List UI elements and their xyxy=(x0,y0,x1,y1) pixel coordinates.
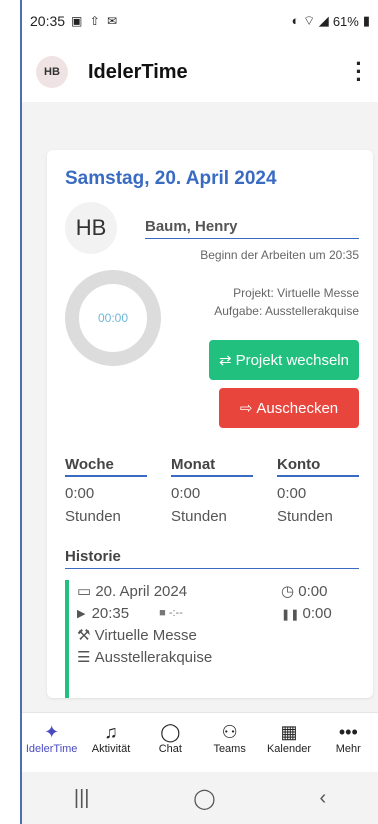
stat-unit: Stunden xyxy=(65,508,121,525)
nav-label: Aktivität xyxy=(91,743,131,755)
logo-icon: ✦ xyxy=(44,722,60,742)
nav-label: Teams xyxy=(213,743,246,755)
project-label: Projekt: Virtuelle Messe xyxy=(233,286,359,300)
history-end: -:-- xyxy=(168,607,183,619)
history-item[interactable]: ▭ 20. April 2024 ◷ 0:00 ▶ 20:35 ■ -:-- ❚… xyxy=(65,580,359,698)
nav-idelertime[interactable]: ✦ IdelerTime xyxy=(22,713,81,772)
battery-percent: 61% xyxy=(332,13,359,29)
calendar-icon: ▭ xyxy=(77,583,96,600)
back-icon[interactable]: ‹ xyxy=(319,787,326,810)
nav-label: Mehr xyxy=(335,743,361,755)
time-card: Samstag, 20. April 2024 HB Baum, Henry B… xyxy=(47,150,373,698)
hammer-icon: ⚒ xyxy=(77,627,95,644)
overflow-menu-icon[interactable]: · · · xyxy=(354,53,364,91)
history-title: Historie xyxy=(65,548,359,569)
battery-icon: ▮ xyxy=(362,13,370,28)
task-label: Aufgabe: Ausstellerakquise xyxy=(214,304,359,318)
logout-icon: ⇨ xyxy=(239,400,253,417)
history-end-cell: ■ -:-- xyxy=(159,607,183,619)
history-duration: 0:00 xyxy=(298,583,328,600)
app-title: IdelerTime xyxy=(88,60,188,83)
stat-value: 0:00 xyxy=(277,485,307,502)
status-time: 20:35 xyxy=(30,13,66,29)
play-icon: ▶ xyxy=(77,607,92,620)
start-text: Beginn der Arbeiten um 20:35 xyxy=(200,248,359,262)
history-start: 20:35 xyxy=(91,604,130,622)
checkout-label: Auschecken xyxy=(256,399,339,417)
calendar-icon: ▦ xyxy=(280,722,298,742)
nav-chat[interactable]: ◯ Chat xyxy=(141,713,200,772)
app-bar: HB IdelerTime · · · xyxy=(22,42,378,102)
pause-icon: ❚❚ xyxy=(281,608,303,621)
checkout-button[interactable]: ⇨ Auschecken xyxy=(219,388,359,428)
history-row-project: ⚒ Virtuelle Messe xyxy=(77,624,359,646)
app-frame: 20:35 ▣ ⇧ ✉ ◐ ⌔ ◢ 61% ▮ HB IdelerTime · ·… xyxy=(20,0,378,824)
history-project: Virtuelle Messe xyxy=(94,626,197,644)
timer-value: 00:00 xyxy=(97,311,129,325)
stat-value: 0:00 xyxy=(171,485,201,502)
person-name: Baum, Henry xyxy=(145,218,359,239)
switch-project-label: Projekt wechseln xyxy=(235,351,349,369)
stat-unit: Stunden xyxy=(277,508,333,525)
list-icon: ☰ xyxy=(77,649,95,666)
date-title: Samstag, 20. April 2024 xyxy=(65,168,277,189)
history-row-date: ▭ 20. April 2024 ◷ 0:00 xyxy=(77,580,359,602)
bell-icon: ♫ xyxy=(104,722,118,742)
history-row-task: ☰ Ausstellerakquise xyxy=(77,646,359,668)
nav-label: IdelerTime xyxy=(25,743,78,755)
system-nav-bar: ||| ◯ ‹ xyxy=(22,772,378,824)
history-date: 20. April 2024 xyxy=(95,582,188,600)
nav-activity[interactable]: ♫ Aktivität xyxy=(81,713,140,772)
history-pause: 0:00 xyxy=(302,604,332,622)
recents-icon[interactable]: ||| xyxy=(74,787,90,810)
stat-label: Woche xyxy=(65,456,147,477)
more-icon: ••• xyxy=(338,722,358,742)
history-pause-cell: ❚❚ 0:00 xyxy=(281,605,359,622)
history-row-times: ▶ 20:35 ■ -:-- ❚❚ 0:00 xyxy=(77,602,359,624)
stat-label: Monat xyxy=(171,456,253,477)
clock-icon: ◷ xyxy=(281,583,299,600)
swap-icon: ⇄ xyxy=(219,352,232,369)
bottom-nav: ✦ IdelerTime ♫ Aktivität ◯ Chat ⚇ Teams … xyxy=(22,712,378,772)
nav-more[interactable]: ••• Mehr xyxy=(319,713,378,772)
status-bar: 20:35 ▣ ⇧ ✉ ◐ ⌔ ◢ 61% ▮ xyxy=(22,0,378,42)
user-avatar[interactable]: HB xyxy=(36,56,68,88)
profile-avatar: HB xyxy=(65,202,117,254)
stat-value: 0:00 xyxy=(65,485,95,502)
signal-icons: ◐ ⌔ ◢ xyxy=(291,13,329,28)
stats-row: Woche 0:00 Stunden Monat 0:00 Stunden Ko… xyxy=(65,456,359,525)
project-info: Projekt: Virtuelle Messe Aufgabe: Ausste… xyxy=(214,284,359,320)
history-duration-cell: ◷ 0:00 xyxy=(281,582,359,600)
status-right: ◐ ⌔ ◢ 61% ▮ xyxy=(292,13,370,29)
nav-teams[interactable]: ⚇ Teams xyxy=(200,713,259,772)
home-icon[interactable]: ◯ xyxy=(193,786,215,811)
stat-week: Woche 0:00 Stunden xyxy=(65,456,147,525)
nav-label: Chat xyxy=(158,743,182,755)
stat-unit: Stunden xyxy=(171,508,227,525)
switch-project-button[interactable]: ⇄ Projekt wechseln xyxy=(209,340,359,380)
notification-icons: ▣ ⇧ ✉ xyxy=(71,14,120,28)
history-task: Ausstellerakquise xyxy=(94,648,213,666)
nav-label: Kalender xyxy=(266,743,311,755)
nav-calendar[interactable]: ▦ Kalender xyxy=(259,713,318,772)
chat-icon: ◯ xyxy=(160,722,181,742)
stop-icon: ■ xyxy=(159,607,169,619)
teams-icon: ⚇ xyxy=(221,722,238,742)
timer-ring: 00:00 xyxy=(65,270,161,366)
stat-label: Konto xyxy=(277,456,359,477)
stat-account: Konto 0:00 Stunden xyxy=(277,456,359,525)
stat-month: Monat 0:00 Stunden xyxy=(171,456,253,525)
